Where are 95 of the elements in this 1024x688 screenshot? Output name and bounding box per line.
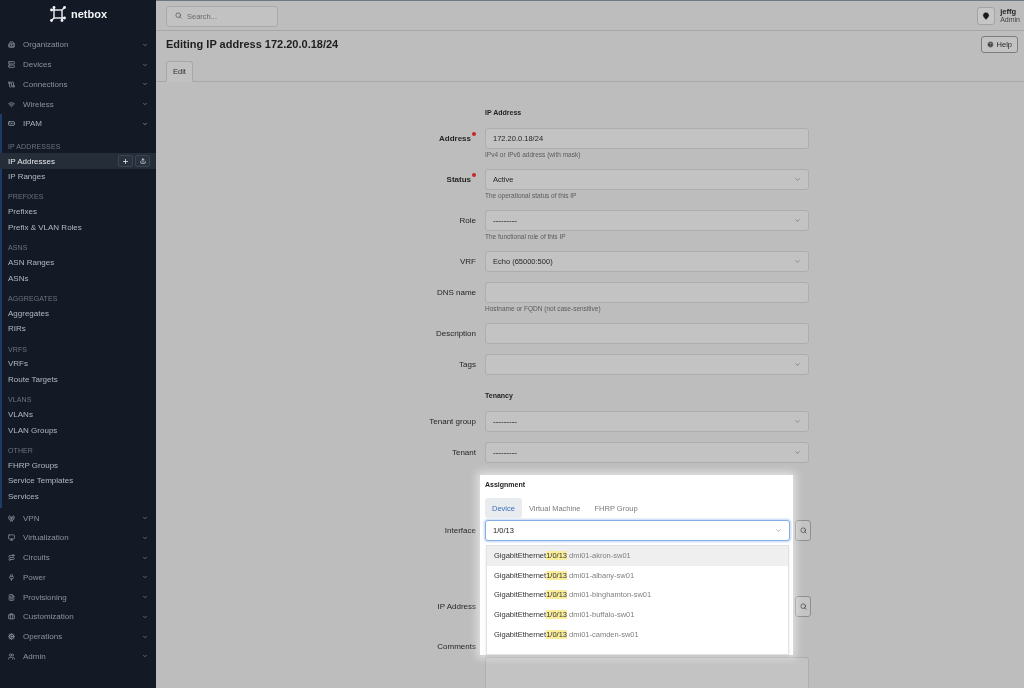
- field-label: Address: [439, 133, 471, 144]
- search-icon: [175, 12, 182, 19]
- plug-icon: [8, 573, 15, 581]
- help-icon: [986, 40, 994, 48]
- rectangle-dots-icon: [8, 120, 15, 128]
- chevron-down-icon: [142, 61, 148, 68]
- field-label: DNS name: [436, 287, 476, 298]
- briefcase-icon: [8, 613, 15, 621]
- menu-item[interactable]: Connections: [2, 74, 156, 95]
- menu-link[interactable]: Route Targets: [0, 371, 156, 388]
- chevron-down-icon: [142, 633, 148, 640]
- chevron-down-icon: [794, 258, 801, 265]
- menu-item[interactable]: Organization: [2, 35, 156, 55]
- menu-link[interactable]: IP Ranges: [0, 168, 156, 185]
- chevron-down-icon: [142, 613, 148, 620]
- field-label: IP Address: [437, 601, 476, 612]
- selector-button[interactable]: [795, 520, 811, 541]
- building-icon: [8, 41, 15, 49]
- chevron-down-icon: [142, 534, 148, 541]
- menu-link[interactable]: VLANs: [0, 406, 156, 423]
- chevron-down-icon: [142, 574, 148, 581]
- add-button[interactable]: [118, 155, 133, 168]
- chevron-down-icon: [142, 41, 148, 48]
- menu-item[interactable]: Virtualization: [2, 527, 156, 548]
- cog-icon: [8, 633, 15, 641]
- chevron-down-icon: [142, 554, 148, 561]
- server-icon: [8, 61, 15, 69]
- route-icon: [8, 554, 15, 562]
- search-icon: [799, 527, 807, 534]
- field-label: Role: [459, 215, 476, 226]
- search-icon: [799, 603, 807, 610]
- monitor-icon: [8, 534, 15, 542]
- menu-item[interactable]: Wireless: [2, 94, 156, 114]
- comments-field[interactable]: [485, 657, 809, 688]
- user-menu-button[interactable]: [977, 6, 996, 25]
- select-field[interactable]: ---------: [485, 411, 809, 432]
- menu-link[interactable]: Services: [0, 488, 156, 505]
- users-icon: [8, 652, 15, 660]
- upload-icon: [139, 158, 146, 165]
- menu-item[interactable]: Power: [2, 567, 156, 588]
- cable-icon: [8, 80, 15, 88]
- import-button[interactable]: [135, 155, 150, 168]
- logo-text: netbox: [70, 7, 108, 22]
- menu-link[interactable]: Aggregates: [0, 305, 156, 321]
- menu-link[interactable]: Service Templates: [0, 472, 156, 489]
- menu-item[interactable]: Provisioning: [2, 587, 156, 607]
- chevron-down-icon: [794, 449, 801, 456]
- field-label: Comments: [437, 642, 476, 652]
- chevron-down-icon: [142, 81, 148, 88]
- menu-link[interactable]: VLAN Groups: [0, 422, 156, 438]
- field-label: Interface: [444, 525, 476, 536]
- page-title: Editing IP address 172.20.0.18/24: [166, 37, 339, 51]
- document-icon: [8, 593, 15, 601]
- field-label: Tenant group: [429, 416, 476, 427]
- field-label: Tenant: [451, 447, 476, 458]
- select-field[interactable]: [485, 354, 809, 375]
- select-field[interactable]: ---------: [485, 442, 809, 463]
- pin-icon: [982, 11, 991, 20]
- chevron-down-icon: [794, 217, 801, 224]
- required-mark-icon: [472, 132, 476, 136]
- menu-link[interactable]: ASNs: [0, 270, 156, 286]
- menu-link[interactable]: VRFs: [0, 356, 156, 372]
- wifi-icon: [8, 100, 15, 108]
- menu-item[interactable]: Operations: [2, 626, 156, 647]
- field-label: Status: [446, 174, 471, 185]
- menu-link[interactable]: RIRs: [0, 320, 156, 337]
- menu-item[interactable]: Admin: [2, 646, 156, 667]
- chevron-down-icon: [794, 418, 801, 425]
- field-label: VRF: [460, 256, 476, 267]
- menu-link[interactable]: Prefixes: [0, 203, 156, 220]
- menu-link[interactable]: ASN Ranges: [0, 254, 156, 271]
- menu-link[interactable]: Prefix & VLAN Roles: [0, 219, 156, 236]
- menu-link[interactable]: IP Addresses: [0, 153, 156, 169]
- menu-item[interactable]: Customization: [2, 606, 156, 627]
- required-mark-icon: [472, 173, 476, 177]
- menu-item[interactable]: VPN: [2, 508, 156, 528]
- select-field[interactable]: ---------: [485, 210, 809, 231]
- netbox-logo-icon: [48, 5, 67, 23]
- selector-button[interactable]: [795, 596, 811, 617]
- field-label: Description: [436, 328, 476, 339]
- chevron-down-icon: [142, 594, 148, 601]
- chevron-down-icon: [142, 101, 148, 108]
- chevron-down-icon: [775, 527, 782, 534]
- chevron-down-icon: [794, 176, 801, 183]
- menu-item[interactable]: IPAM: [2, 114, 156, 134]
- chevron-down-icon: [142, 653, 148, 660]
- menu-item[interactable]: Devices: [2, 54, 156, 75]
- field-label: Tags: [459, 359, 476, 370]
- menu-link[interactable]: FHRP Groups: [0, 457, 156, 473]
- radio-tower-icon: [8, 514, 15, 522]
- chevron-down-icon: [794, 361, 801, 368]
- menu-item[interactable]: Circuits: [2, 547, 156, 568]
- chevron-down-icon: [142, 515, 148, 522]
- chevron-down-icon: [142, 120, 148, 127]
- plus-icon: [122, 157, 129, 165]
